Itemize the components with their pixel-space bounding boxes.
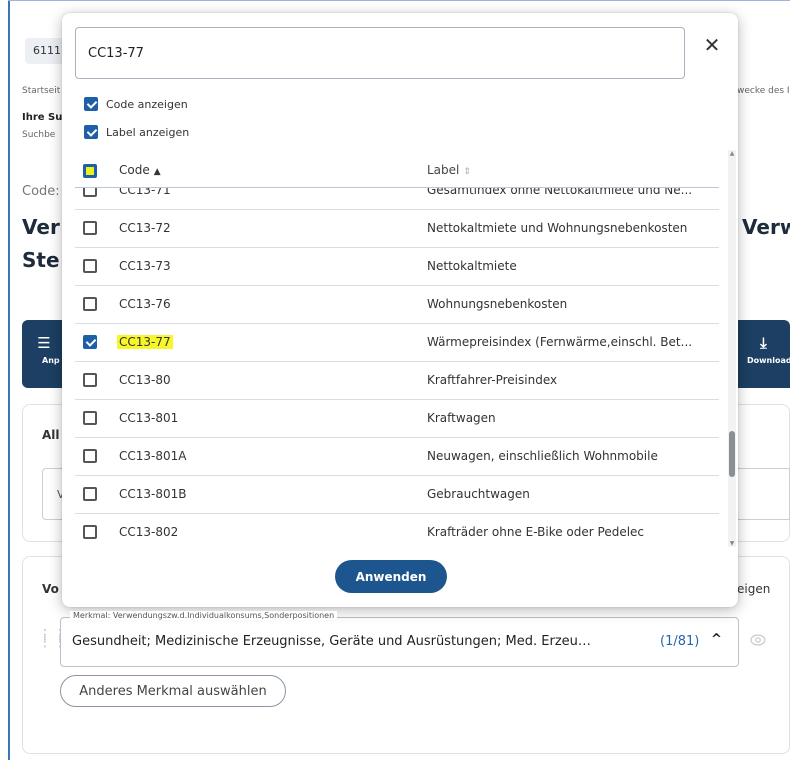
row-code: CC13-77 [117, 335, 173, 349]
page-title-left: Ver [22, 215, 60, 239]
merkmal-legend: Merkmal: Verwendungszw.d.Individualkonsu… [70, 611, 338, 620]
show-label-option[interactable]: Label anzeigen [84, 123, 189, 141]
row-code: CC13-72 [119, 221, 171, 235]
row-label: Wärmepreisindex (Fernwärme,einschl. Bet.… [427, 335, 693, 349]
row-label: Wohnungsnebenkosten [427, 297, 568, 311]
code-select-dialog: ✕ Code anzeigen Label anzeigen Code▲ Lab… [62, 13, 738, 607]
show-code-label: Code anzeigen [106, 97, 188, 111]
code-table: CC13-71 Gesamtindex ohne Nettokaltmiete u… [75, 187, 719, 547]
row-checkbox[interactable] [83, 487, 97, 501]
variables-panel-label: Vo [42, 582, 59, 596]
table-scrollbar[interactable]: ▲ ▼ [728, 150, 736, 547]
page-title-right: Verw [742, 215, 790, 239]
download-icon: ⤓ [760, 334, 767, 352]
your-search-heading: Ihre Su [22, 112, 63, 123]
other-merkmal-button[interactable]: Anderes Merkmal auswählen [60, 675, 286, 707]
table-header: Code ▲ Label ⇕ [75, 155, 719, 187]
table-row[interactable]: CC13-76 Wohnungsnebenkosten [75, 286, 719, 324]
table-row[interactable]: CC13-80 Kraftfahrer-Preisindex [75, 362, 719, 400]
column-header-label[interactable]: Label ⇕ [427, 163, 471, 177]
general-panel-label: All [42, 428, 60, 442]
table-row[interactable]: CC13-801A Neuwagen, einschließlich Wohnmo… [75, 438, 719, 476]
row-label: Kraftfahrer-Preisindex [427, 373, 558, 387]
table-row[interactable]: CC13-801 Kraftwagen [75, 400, 719, 438]
table-row[interactable]: CC13-72 Nettokaltmiete und Wohnungsnebenk… [75, 210, 719, 248]
sort-ascending-icon: ▲ [153, 167, 161, 177]
table-row[interactable]: CC13-802 Krafträder ohne E-Bike oder Pede… [75, 514, 719, 547]
row-checkbox[interactable] [83, 188, 97, 197]
page-title-line2: Ste [22, 248, 60, 272]
row-code: CC13-802 [119, 525, 179, 539]
row-code: CC13-801B [119, 487, 187, 501]
column-header-code-text: Code [119, 163, 150, 177]
code-search-input[interactable] [75, 27, 685, 79]
show-code-option[interactable]: Code anzeigen [84, 95, 188, 113]
row-checkbox[interactable] [83, 335, 97, 349]
table-row[interactable]: CC13-77 Wärmepreisindex (Fernwärme,einsch… [75, 324, 719, 362]
window-frame-left [8, 0, 10, 760]
show-code-checkbox[interactable] [84, 97, 98, 111]
variables-panel-right-label: eigen [737, 582, 771, 596]
eye-icon[interactable] [750, 633, 766, 647]
general-panel-field-right[interactable] [737, 468, 790, 520]
scroll-down-icon[interactable]: ▼ [728, 540, 736, 547]
adjust-toolbar-button[interactable]: ☰ Anp [22, 320, 66, 388]
adjust-label: Anp [42, 356, 60, 365]
column-header-label-text: Label [427, 163, 460, 177]
row-label: Nettokaltmiete [427, 259, 517, 273]
row-code: CC13-801A [119, 449, 187, 463]
breadcrumb[interactable]: Startseit [22, 86, 60, 96]
column-header-code[interactable]: Code ▲ [119, 163, 161, 177]
code-label: Code: [22, 184, 60, 199]
download-button[interactable]: ⤓ Download [737, 320, 790, 388]
row-label: Gesamtindex ohne Nettokaltmiete und Ne..… [427, 187, 693, 197]
merkmal-count: (1/81) [660, 634, 700, 649]
row-code: CC13-80 [119, 373, 171, 387]
row-label: Kraftwagen [427, 411, 496, 425]
table-row[interactable]: CC13-801B Gebrauchtwagen [75, 476, 719, 514]
row-checkbox[interactable] [83, 449, 97, 463]
row-code: CC13-801 [119, 411, 179, 425]
breadcrumb-right: wecke des I [737, 86, 790, 96]
close-icon[interactable]: ✕ [700, 33, 724, 57]
row-label: Neuwagen, einschließlich Wohnmobile [427, 449, 658, 463]
adjust-icon: ☰ [37, 334, 51, 352]
merkmal-value: Gesundheit; Medizinische Erzeugnisse, Ge… [72, 634, 592, 649]
row-checkbox[interactable] [83, 411, 97, 425]
scroll-thumb[interactable] [729, 431, 735, 477]
row-checkbox[interactable] [83, 221, 97, 235]
row-label: Krafträder ohne E-Bike oder Pedelec [427, 525, 645, 539]
table-row[interactable]: CC13-73 Nettokaltmiete [75, 248, 719, 286]
row-checkbox[interactable] [83, 259, 97, 273]
window-frame-top [8, 0, 790, 1]
scroll-up-icon[interactable]: ▲ [728, 150, 736, 157]
chevron-up-icon[interactable]: ^ [711, 632, 722, 647]
row-code: CC13-71 [119, 187, 171, 197]
row-code: CC13-73 [119, 259, 171, 273]
select-all-checkbox[interactable] [83, 164, 97, 178]
show-label-label: Label anzeigen [106, 125, 190, 139]
show-label-checkbox[interactable] [84, 125, 98, 139]
row-checkbox[interactable] [83, 525, 97, 539]
table-row[interactable]: CC13-71 Gesamtindex ohne Nettokaltmiete u… [75, 187, 719, 210]
search-term-text: Suchbe [22, 130, 56, 140]
row-checkbox[interactable] [83, 297, 97, 311]
row-checkbox[interactable] [83, 373, 97, 387]
row-label: Nettokaltmiete und Wohnungsnebenkosten [427, 221, 688, 235]
sort-icon: ⇕ [463, 167, 471, 177]
download-label: Download [747, 356, 790, 365]
apply-button[interactable]: Anwenden [335, 560, 447, 593]
row-code: CC13-76 [119, 297, 171, 311]
row-label: Gebrauchtwagen [427, 487, 530, 501]
